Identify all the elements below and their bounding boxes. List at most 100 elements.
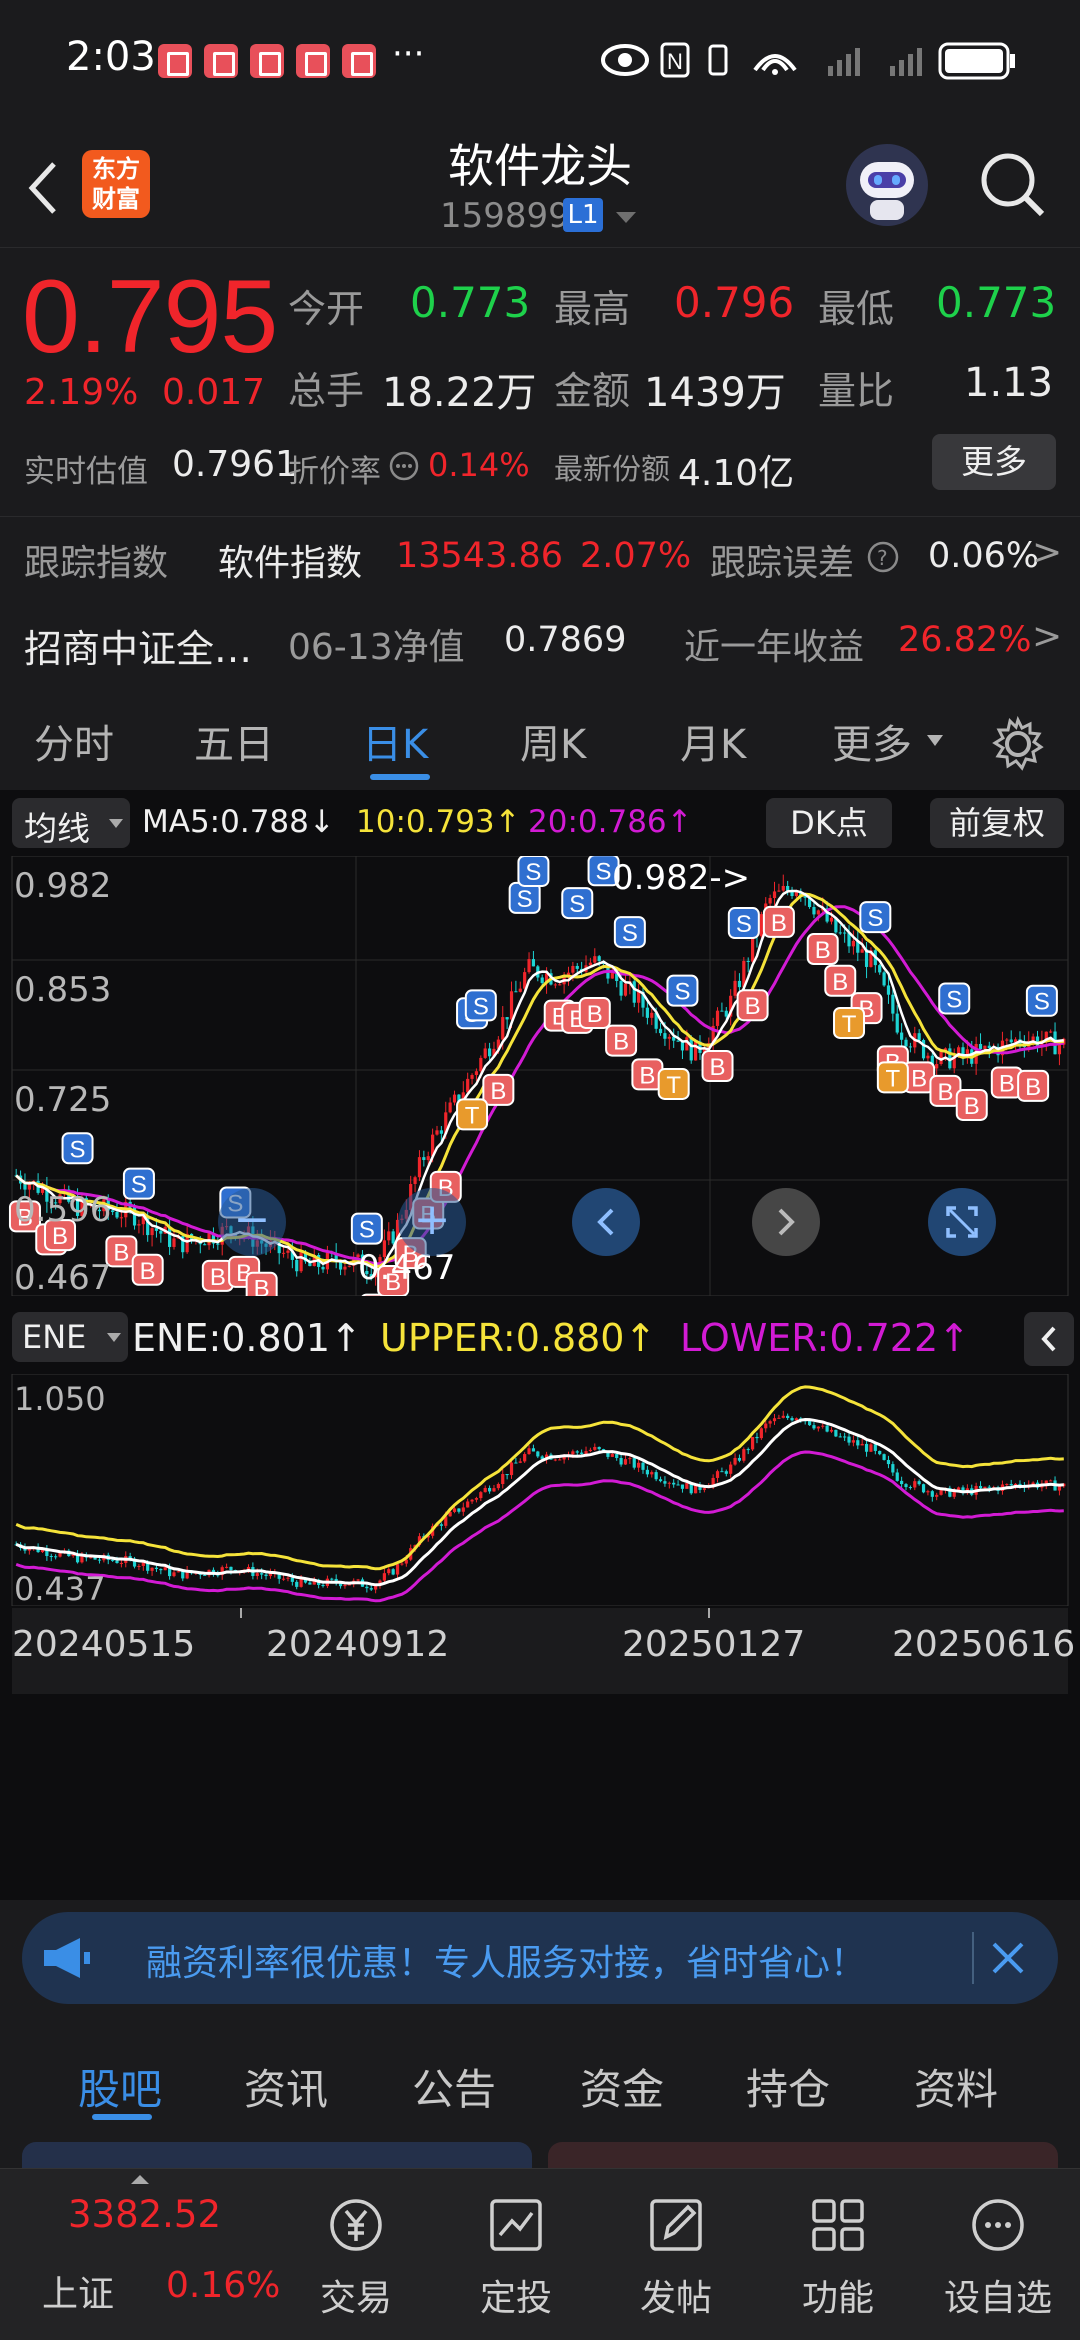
candle-body bbox=[900, 1032, 904, 1040]
tab-more[interactable]: 更多 bbox=[832, 712, 912, 770]
svg-text:B: B bbox=[587, 1001, 603, 1028]
sell-marker: S bbox=[613, 916, 646, 949]
candle-body bbox=[479, 1492, 483, 1499]
tracking-index-value: 13543.86 bbox=[396, 536, 564, 576]
candle-body bbox=[1005, 1483, 1009, 1485]
search-icon[interactable] bbox=[978, 150, 1048, 220]
x-axis-label: 20250616 bbox=[892, 1624, 1076, 1665]
ma-selector[interactable]: 均线 bbox=[12, 798, 130, 848]
candle-body bbox=[619, 1457, 623, 1465]
candle-body bbox=[391, 1569, 395, 1575]
svg-text:S: S bbox=[736, 911, 752, 938]
candle-body bbox=[452, 1094, 457, 1103]
last-price: 0.795 bbox=[22, 259, 278, 375]
candle-body bbox=[172, 1572, 176, 1577]
buy-marker: B bbox=[578, 996, 611, 1029]
pan-left-button[interactable] bbox=[572, 1188, 640, 1256]
candle-body bbox=[514, 991, 518, 993]
zoom-in-button[interactable]: + bbox=[398, 1188, 466, 1256]
chevron-down-icon bbox=[927, 735, 943, 746]
svg-text:B: B bbox=[490, 1078, 506, 1105]
fund-name[interactable]: 招商中证全… bbox=[24, 618, 252, 673]
candle-body bbox=[422, 1157, 426, 1161]
collapse-panel-button[interactable] bbox=[1024, 1312, 1074, 1366]
stock-code[interactable]: 159899 bbox=[440, 196, 570, 236]
discount-value: 0.14% bbox=[428, 446, 530, 484]
tab-weekly-k[interactable]: 周K bbox=[520, 712, 586, 770]
edit-post-icon[interactable] bbox=[644, 2193, 708, 2257]
chevron-up-icon[interactable] bbox=[130, 2173, 150, 2185]
chevron-right-icon[interactable]: > bbox=[1032, 616, 1062, 657]
candle-body bbox=[1057, 1044, 1062, 1055]
zoom-out-button[interactable]: − bbox=[218, 1188, 286, 1256]
candle-body bbox=[619, 980, 623, 996]
status-bar: 2:03 ··· N bbox=[0, 0, 1080, 120]
candle-body bbox=[987, 1486, 991, 1488]
candle-body bbox=[150, 1567, 154, 1571]
candle-body bbox=[843, 1436, 847, 1438]
tab-five-day[interactable]: 五日 bbox=[194, 712, 274, 770]
ene-chart[interactable] bbox=[0, 1374, 1080, 1606]
kline-chart[interactable]: SSSSSSSSSSSSSSSSBBBBBBBBBBBBBBBBBBBBBBBB… bbox=[0, 856, 1080, 1296]
assistant-robot-icon[interactable] bbox=[846, 144, 928, 226]
change-amount: 0.017 bbox=[162, 372, 266, 413]
buy-marker: B bbox=[806, 932, 839, 965]
tab-profile[interactable]: 资料 bbox=[914, 2056, 998, 2117]
candle-body bbox=[786, 1415, 790, 1419]
trade-yen-icon[interactable] bbox=[324, 2193, 388, 2257]
market-index-change[interactable]: 0.16% bbox=[166, 2265, 280, 2306]
candle-body bbox=[768, 898, 772, 904]
candle-body bbox=[111, 1210, 115, 1213]
fullscreen-button[interactable] bbox=[928, 1188, 996, 1256]
candle-body bbox=[764, 1423, 768, 1429]
market-index-value[interactable]: 3382.52 bbox=[68, 2193, 221, 2236]
tab-funds[interactable]: 资金 bbox=[580, 2056, 664, 2117]
candle-body bbox=[1049, 1031, 1053, 1033]
nav-post[interactable]: 发帖 bbox=[616, 2269, 736, 2321]
svg-text:T: T bbox=[465, 1102, 480, 1129]
candle-body bbox=[347, 1265, 351, 1267]
nav-watchlist[interactable]: 设自选 bbox=[938, 2269, 1058, 2321]
more-quote-button[interactable]: 更多 bbox=[932, 434, 1056, 490]
candle-body bbox=[680, 1484, 685, 1489]
candle-body bbox=[255, 1573, 259, 1576]
candle-body bbox=[650, 1012, 654, 1018]
ene-selector[interactable]: ENE bbox=[12, 1312, 128, 1362]
functions-grid-icon[interactable] bbox=[806, 2193, 870, 2257]
adjust-button[interactable]: 前复权 bbox=[930, 798, 1064, 848]
x-tick bbox=[240, 1608, 242, 1618]
chevron-down-icon[interactable] bbox=[614, 210, 638, 226]
info-icon[interactable] bbox=[388, 450, 420, 482]
candle-body bbox=[663, 1481, 667, 1484]
tab-news[interactable]: 资讯 bbox=[244, 2056, 328, 2117]
tab-intraday[interactable]: 分时 bbox=[34, 712, 114, 770]
nav-functions[interactable]: 功能 bbox=[778, 2269, 898, 2321]
chevron-right-icon bbox=[778, 1208, 795, 1236]
candle-body bbox=[886, 1459, 891, 1465]
settings-gear-icon[interactable] bbox=[990, 716, 1046, 772]
dk-point-button[interactable]: DK点 bbox=[766, 798, 892, 848]
market-index-name[interactable]: 上证 bbox=[42, 2265, 114, 2317]
tab-announcements[interactable]: 公告 bbox=[412, 2056, 496, 2117]
pan-right-button[interactable] bbox=[752, 1188, 820, 1256]
candle-body bbox=[391, 1231, 395, 1244]
investment-plan-icon[interactable] bbox=[484, 2193, 548, 2257]
promo-banner[interactable]: 融资利率很优惠！专人服务对接，省时省心！ bbox=[22, 1912, 1058, 2004]
candle-body bbox=[978, 1485, 983, 1489]
candle-body bbox=[860, 1443, 864, 1446]
tab-monthly-k[interactable]: 月K bbox=[680, 712, 746, 770]
tracking-index-name[interactable]: 软件指数 bbox=[218, 534, 362, 586]
nav-trade[interactable]: 交易 bbox=[296, 2269, 416, 2321]
help-icon[interactable]: ? bbox=[866, 540, 900, 574]
add-watchlist-icon[interactable] bbox=[966, 2193, 1030, 2257]
tab-forum[interactable]: 股吧 bbox=[78, 2056, 162, 2117]
tab-daily-k[interactable]: 日K bbox=[362, 712, 428, 770]
tab-holdings[interactable]: 持仓 bbox=[746, 2056, 830, 2117]
candle-body bbox=[487, 1487, 492, 1492]
candle-body bbox=[558, 984, 562, 986]
nav-investment-plan[interactable]: 定投 bbox=[456, 2269, 576, 2321]
close-icon[interactable] bbox=[988, 1938, 1028, 1978]
chevron-right-icon[interactable]: > bbox=[1032, 532, 1062, 573]
candle-body bbox=[895, 1472, 899, 1481]
candle-body bbox=[343, 1266, 347, 1270]
